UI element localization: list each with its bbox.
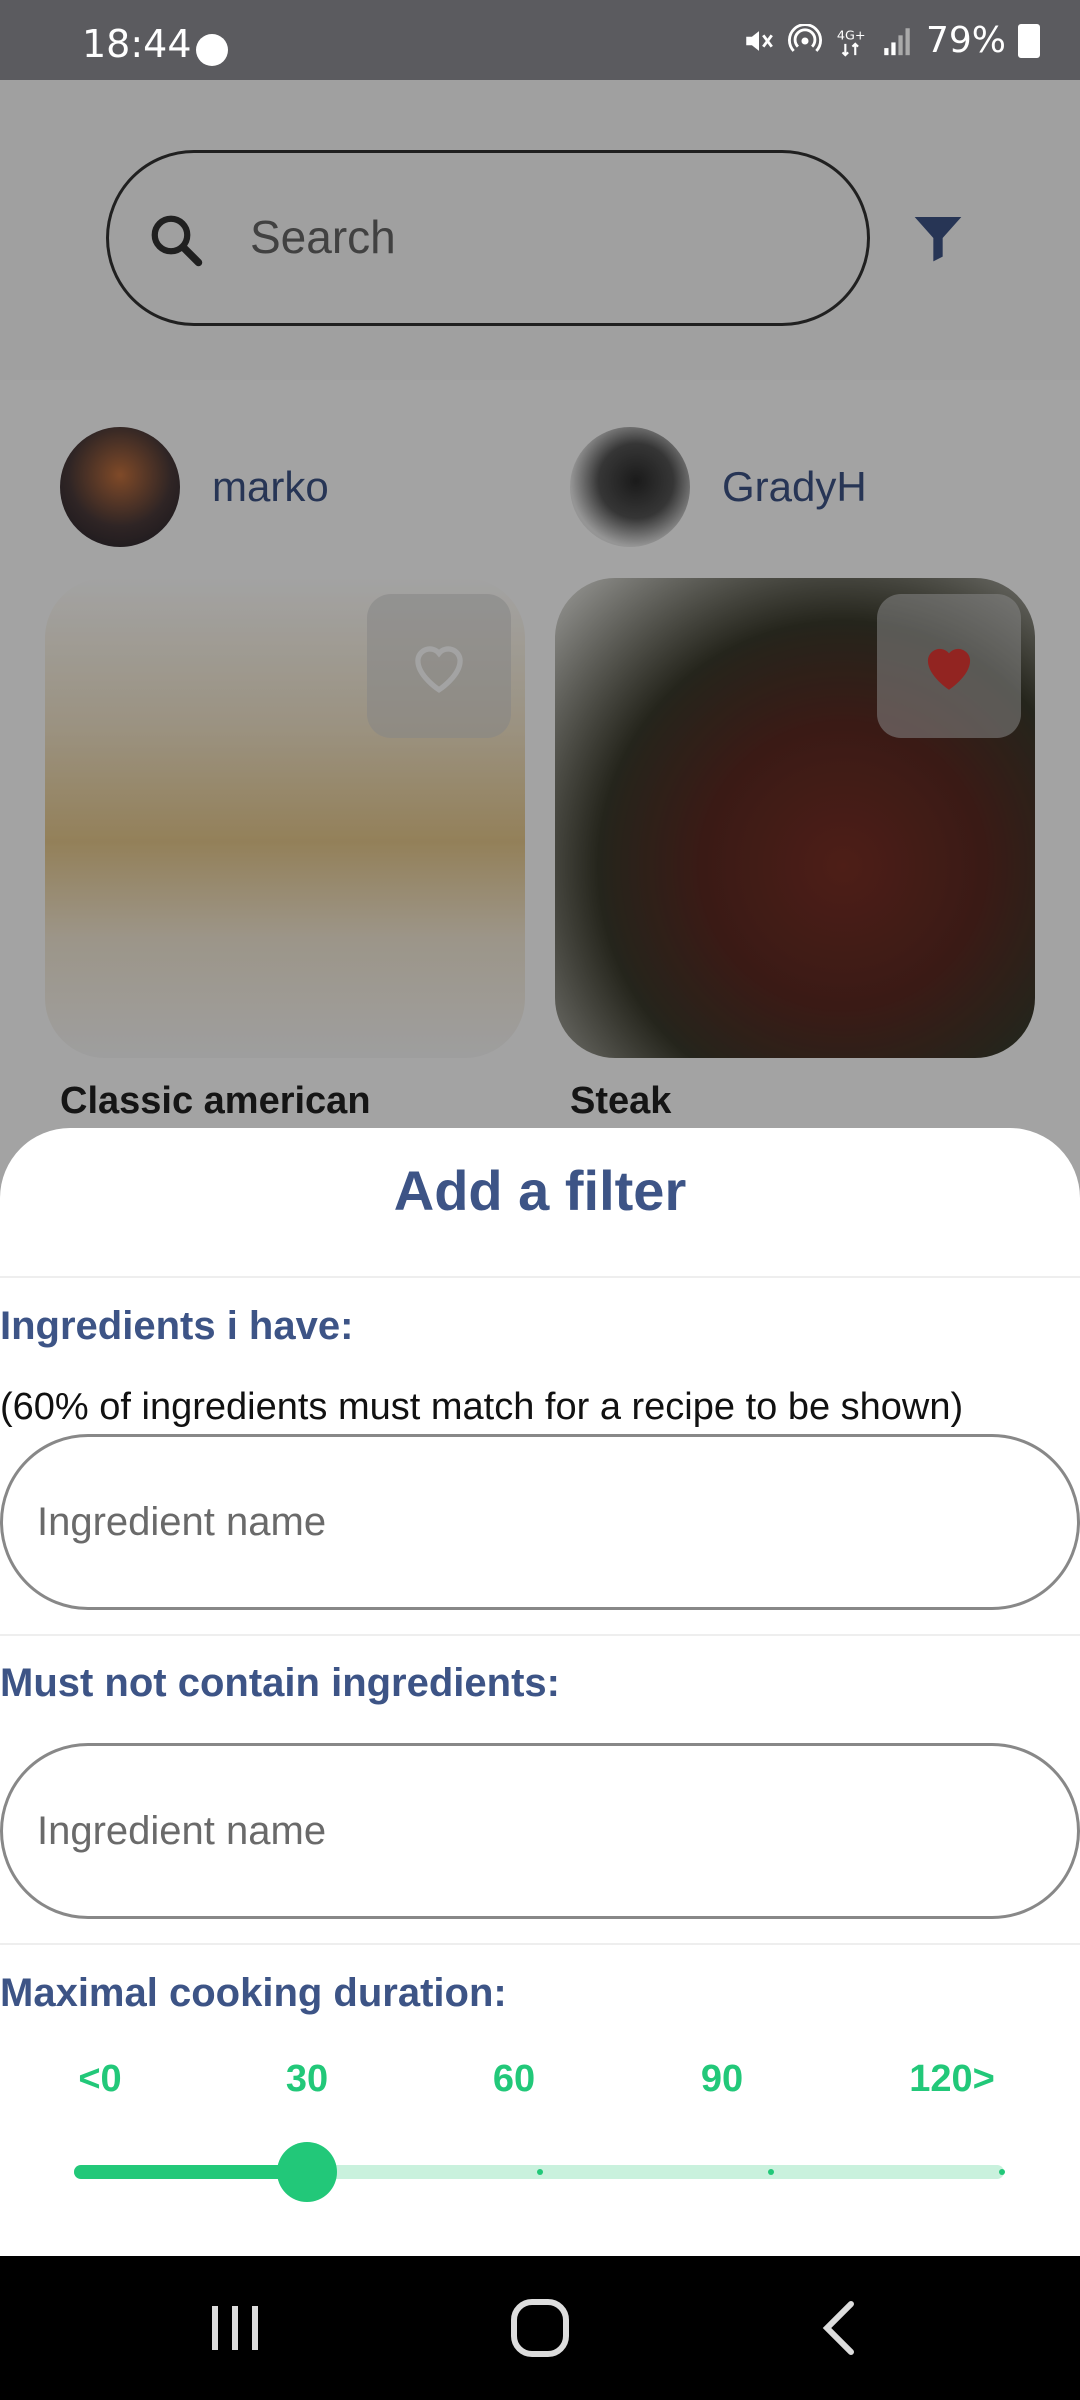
slider-step-dot — [537, 2169, 543, 2175]
ingredients-have-input[interactable] — [37, 1437, 1037, 1607]
battery-icon — [1018, 23, 1040, 58]
duration-tick: 120> — [909, 2058, 995, 2100]
navigation-bar — [0, 2256, 1080, 2400]
recent-apps-icon[interactable] — [200, 2296, 270, 2360]
duration-tick: 90 — [700, 2058, 744, 2100]
ingredients-have-label: Ingredients i have: — [0, 1304, 354, 1348]
signal-icon — [884, 27, 910, 55]
divider — [0, 1634, 1080, 1636]
messenger-icon — [196, 34, 228, 66]
exclude-ingredients-input[interactable] — [37, 1746, 1037, 1916]
divider — [0, 1943, 1080, 1945]
back-icon[interactable] — [805, 2296, 875, 2360]
slider-step-dot — [999, 2169, 1005, 2175]
4g-icon: 4G+ — [837, 28, 866, 57]
svg-text:4G+: 4G+ — [837, 28, 866, 43]
slider-fill — [74, 2165, 307, 2179]
modal-scrim[interactable] — [0, 80, 1080, 1260]
home-icon[interactable] — [505, 2296, 575, 2360]
duration-tick: 30 — [285, 2058, 329, 2100]
mute-icon — [746, 30, 773, 51]
slider-step-dot — [768, 2169, 774, 2175]
match-note: (60% of ingredients must match for a rec… — [0, 1386, 964, 1428]
cooking-duration-label: Maximal cooking duration: — [0, 1971, 507, 2015]
divider — [0, 1276, 1080, 1278]
hotspot-icon — [788, 23, 822, 52]
ingredients-have-field[interactable] — [0, 1434, 1080, 1610]
status-bar: 18:44 4G+ 79% — [0, 0, 1080, 80]
duration-tick: <0 — [78, 2058, 122, 2100]
slider-thumb[interactable] — [276, 2142, 337, 2202]
exclude-ingredients-field[interactable] — [0, 1743, 1080, 1919]
exclude-ingredients-label: Must not contain ingredients: — [0, 1661, 560, 1705]
battery-percent: 79% — [925, 20, 1006, 61]
status-time: 18:44 — [82, 22, 192, 66]
status-icons: 4G+ 79% — [742, 20, 1040, 61]
duration-tick: 60 — [492, 2058, 536, 2100]
sheet-title: Add a filter — [393, 1159, 687, 1222]
